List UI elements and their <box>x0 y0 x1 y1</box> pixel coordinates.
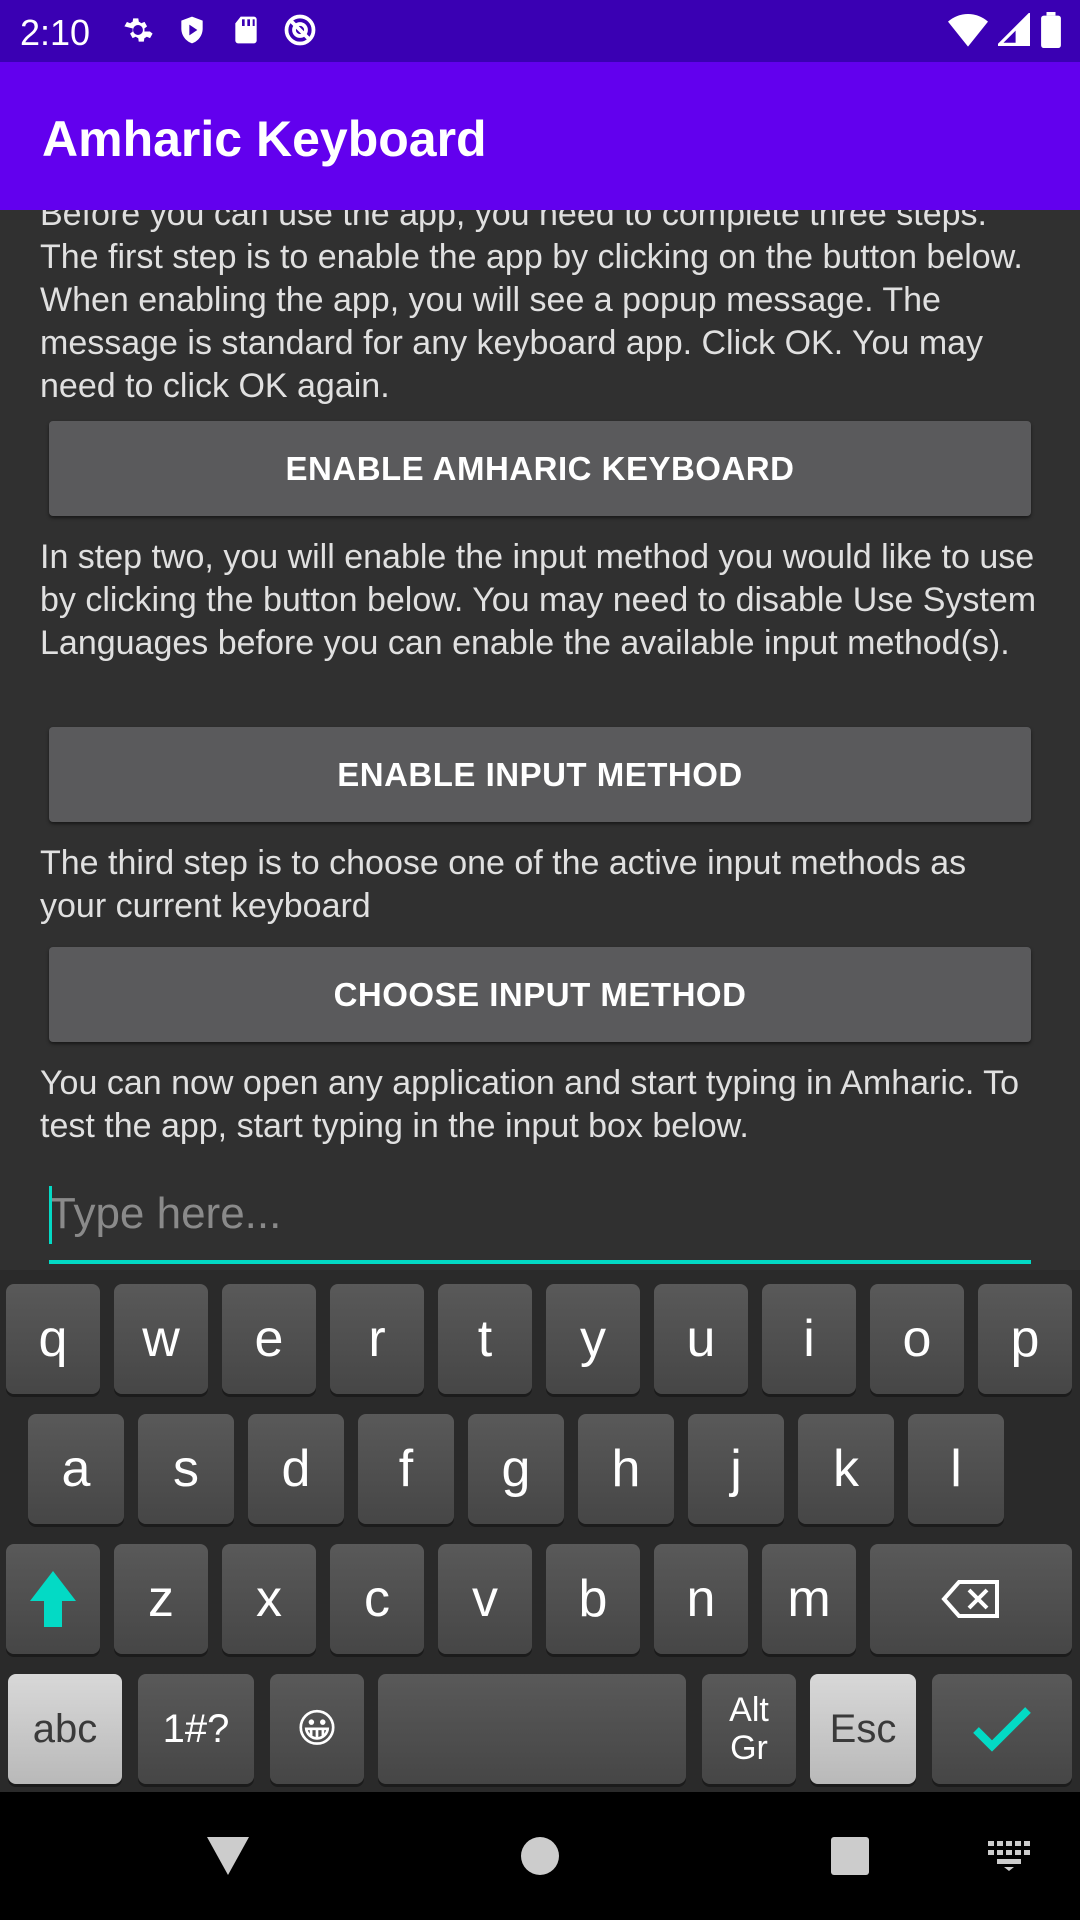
keyboard-switch-button[interactable] <box>980 1832 1040 1880</box>
smiley-emoji-icon: 😀 <box>296 1707 338 1751</box>
keyboard-switch-icon <box>988 1841 1030 1871</box>
altgr-key[interactable]: Alt Gr <box>702 1674 796 1784</box>
battery-icon <box>1040 12 1062 53</box>
navigation-bar <box>0 1792 1080 1920</box>
test-input[interactable] <box>49 1174 1031 1254</box>
back-button[interactable] <box>188 1828 268 1884</box>
key-r[interactable]: r <box>330 1284 424 1394</box>
key-a[interactable]: a <box>28 1414 124 1524</box>
app-title: Amharic Keyboard <box>42 111 487 167</box>
esc-key[interactable]: Esc <box>810 1674 916 1784</box>
recents-icon <box>831 1837 869 1875</box>
key-x[interactable]: x <box>222 1544 316 1654</box>
key-j[interactable]: j <box>688 1414 784 1524</box>
checkmark-icon <box>973 1707 1031 1752</box>
shield-play-icon <box>174 12 210 48</box>
enter-key[interactable] <box>932 1674 1072 1784</box>
status-time: 2:10 <box>20 12 91 53</box>
key-z[interactable]: z <box>114 1544 208 1654</box>
enable-amharic-keyboard-button[interactable]: ENABLE AMHARIC KEYBOARD <box>49 421 1031 516</box>
back-icon <box>207 1837 249 1875</box>
shift-arrow-icon <box>30 1571 76 1627</box>
status-bar: 2:10 <box>0 0 1080 62</box>
space-key[interactable] <box>378 1674 686 1784</box>
step1-text: Before you can use the app, you need to … <box>40 210 1023 405</box>
key-e[interactable]: e <box>222 1284 316 1394</box>
key-y[interactable]: y <box>546 1284 640 1394</box>
soft-keyboard: q w e r t y u i o p a s d f g h j k l z … <box>0 1270 1080 1792</box>
wifi-icon <box>948 13 988 52</box>
key-f[interactable]: f <box>358 1414 454 1524</box>
key-k[interactable]: k <box>798 1414 894 1524</box>
backspace-key[interactable] <box>870 1544 1072 1654</box>
key-m[interactable]: m <box>762 1544 856 1654</box>
recents-button[interactable] <box>810 1824 890 1888</box>
key-c[interactable]: c <box>330 1544 424 1654</box>
key-h[interactable]: h <box>578 1414 674 1524</box>
emoji-key[interactable]: 😀 <box>270 1674 364 1784</box>
step2-text: In step two, you will enable the input m… <box>40 538 1037 662</box>
sd-card-icon <box>228 12 264 48</box>
enable-input-method-button[interactable]: ENABLE INPUT METHOD <box>49 727 1031 822</box>
home-icon <box>521 1837 559 1875</box>
settings-gear-icon <box>120 12 156 48</box>
notification-icons <box>120 12 318 48</box>
step3-text: The third step is to choose one of the a… <box>40 844 967 925</box>
key-u[interactable]: u <box>654 1284 748 1394</box>
system-icons <box>948 11 1062 53</box>
test-input-field[interactable] <box>49 1174 1031 1264</box>
app-bar: Amharic Keyboard <box>0 62 1080 210</box>
key-s[interactable]: s <box>138 1414 234 1524</box>
altgr-label-bottom: Gr <box>730 1729 768 1767</box>
key-w[interactable]: w <box>114 1284 208 1394</box>
cell-signal-icon <box>995 11 1030 52</box>
key-n[interactable]: n <box>654 1544 748 1654</box>
key-v[interactable]: v <box>438 1544 532 1654</box>
altgr-label-top: Alt <box>729 1691 769 1729</box>
abc-key[interactable]: abc <box>8 1674 122 1784</box>
backspace-icon <box>941 1580 999 1618</box>
key-o[interactable]: o <box>870 1284 964 1394</box>
instructions-content[interactable]: Before you can use the app, you need to … <box>0 210 1080 1270</box>
key-l[interactable]: l <box>908 1414 1004 1524</box>
symbols-key[interactable]: 1#? <box>138 1674 254 1784</box>
step4-text: You can now open any application and sta… <box>40 1064 1020 1145</box>
key-p[interactable]: p <box>978 1284 1072 1394</box>
key-q[interactable]: q <box>6 1284 100 1394</box>
home-button[interactable] <box>500 1824 580 1888</box>
shift-key[interactable] <box>6 1544 100 1654</box>
key-t[interactable]: t <box>438 1284 532 1394</box>
key-d[interactable]: d <box>248 1414 344 1524</box>
no-sync-icon <box>282 12 318 48</box>
key-i[interactable]: i <box>762 1284 856 1394</box>
choose-input-method-button[interactable]: CHOOSE INPUT METHOD <box>49 947 1031 1042</box>
key-g[interactable]: g <box>468 1414 564 1524</box>
text-caret <box>49 1186 52 1244</box>
key-b[interactable]: b <box>546 1544 640 1654</box>
